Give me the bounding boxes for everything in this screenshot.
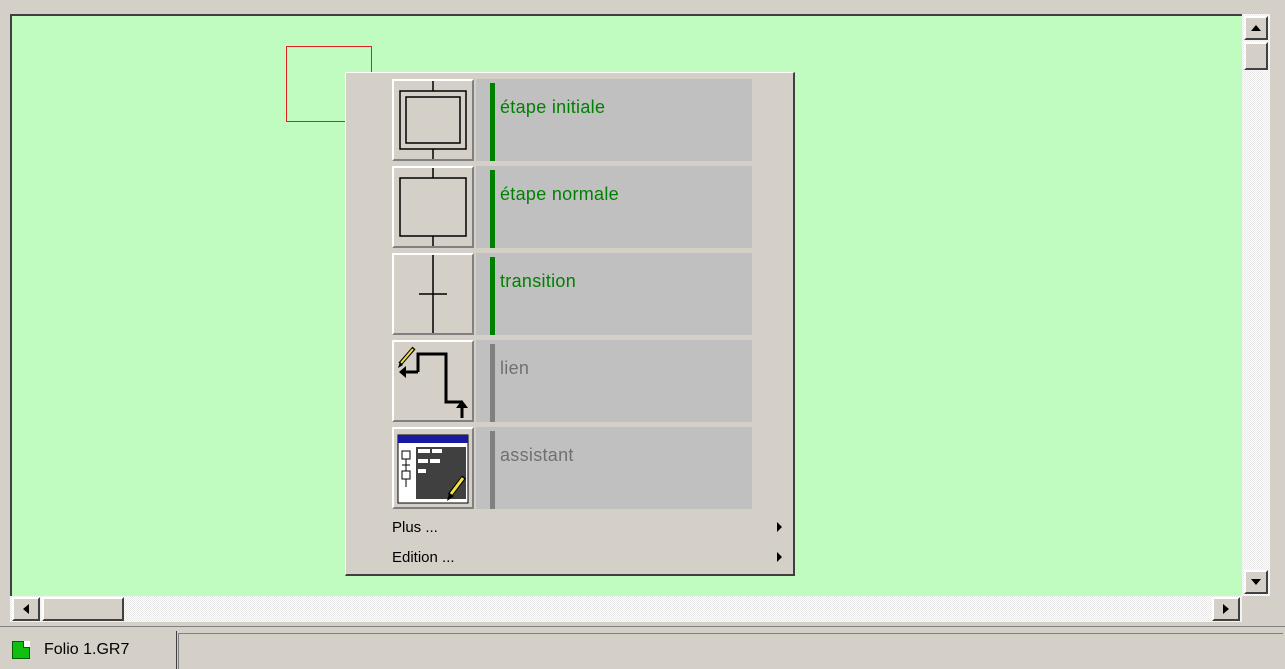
context-menu: étape initiale étape normale transition … [345, 72, 795, 576]
folio-tab-label: Folio 1.GR7 [44, 641, 130, 658]
menu-item-plus[interactable]: Plus ... [392, 515, 782, 539]
status-bar-indicator [490, 170, 495, 248]
status-bar-indicator [490, 257, 495, 335]
scroll-left-button[interactable] [12, 597, 40, 621]
menu-item-assistant[interactable]: assistant [392, 427, 752, 511]
menu-item-panel: lien [476, 340, 752, 422]
application-window: Folio 1.GR7 étape initiale étape normale… [0, 0, 1285, 669]
status-bar-indicator [490, 83, 495, 161]
menu-item-edition[interactable]: Edition ... [392, 545, 782, 569]
menu-item-label: étape normale [500, 184, 619, 204]
scroll-up-button[interactable] [1244, 16, 1268, 40]
menu-item-label: Plus ... [392, 518, 438, 536]
folio-tab[interactable]: Folio 1.GR7 [6, 631, 177, 669]
vertical-scrollbar[interactable] [1242, 14, 1270, 598]
transition-icon [392, 253, 474, 335]
submenu-arrow-icon [777, 552, 782, 562]
menu-item-lien[interactable]: lien [392, 340, 752, 424]
assistant-icon [392, 427, 474, 509]
scroll-right-button[interactable] [1212, 597, 1240, 621]
scroll-down-button[interactable] [1244, 570, 1268, 594]
arrow-right-icon [1223, 604, 1229, 614]
arrow-down-icon [1251, 579, 1261, 585]
menu-item-label: étape initiale [500, 97, 606, 117]
menu-item-label: assistant [500, 445, 574, 465]
status-bar: Folio 1.GR7 [0, 626, 1285, 669]
tab-strip-area [178, 633, 1283, 669]
menu-item-label: lien [500, 358, 530, 378]
menu-item-panel: étape normale [476, 166, 752, 248]
status-bar-indicator [490, 431, 495, 509]
menu-item-panel: transition [476, 253, 752, 335]
menu-item-panel: étape initiale [476, 79, 752, 161]
menu-item-panel: assistant [476, 427, 752, 509]
menu-item-etape-normale[interactable]: étape normale [392, 166, 752, 250]
arrow-left-icon [23, 604, 29, 614]
menu-item-label: Edition ... [392, 548, 455, 566]
initial-step-icon [392, 79, 474, 161]
horizontal-scrollbar[interactable] [10, 596, 1242, 622]
normal-step-icon [392, 166, 474, 248]
status-bar-indicator [490, 344, 495, 422]
menu-item-etape-initiale[interactable]: étape initiale [392, 79, 752, 163]
scrollbar-corner [1242, 596, 1270, 622]
arrow-up-icon [1251, 25, 1261, 31]
menu-item-label: transition [500, 271, 577, 291]
vertical-scroll-thumb[interactable] [1244, 42, 1268, 70]
link-icon [392, 340, 474, 422]
menu-item-transition[interactable]: transition [392, 253, 752, 337]
submenu-arrow-icon [777, 522, 782, 532]
folio-icon [12, 641, 30, 659]
horizontal-scroll-thumb[interactable] [42, 597, 124, 621]
